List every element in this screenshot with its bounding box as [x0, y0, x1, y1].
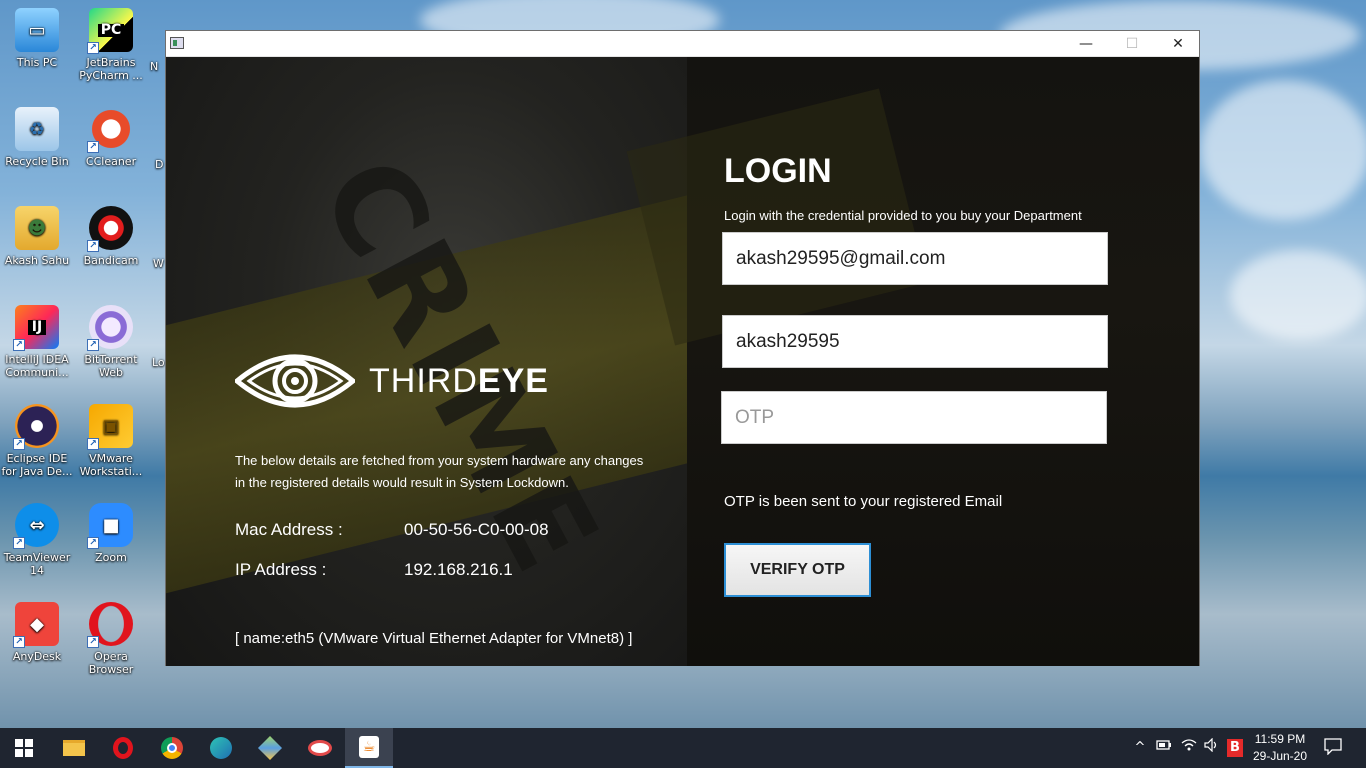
desktop-icon-recycle-bin[interactable]: ♻ Recycle Bin — [0, 107, 74, 168]
login-subtitle: Login with the credential provided to yo… — [724, 208, 1082, 223]
shortcut-arrow-icon: ↗ — [87, 636, 99, 648]
otp-input[interactable] — [721, 391, 1107, 444]
taskbar-file-explorer[interactable] — [50, 728, 98, 768]
desktop-icon-anydesk[interactable]: ◆ ↗ AnyDesk — [0, 602, 74, 663]
otp-sent-note: OTP is been sent to your registered Emai… — [724, 493, 1003, 510]
desktop-icon-this-pc[interactable]: ▭ This PC — [0, 8, 74, 69]
eclipse-icon: ↗ — [13, 404, 59, 450]
taskbar-snipping-tool[interactable] — [296, 728, 344, 768]
ip-address-row: IP Address : 192.168.216.1 — [235, 560, 513, 580]
network-adapter-info: [ name:eth5 (VMware Virtual Ethernet Ada… — [235, 630, 633, 647]
teamviewer-icon: ⇔ ↗ — [13, 503, 59, 549]
opera-icon: ↗ — [87, 602, 133, 648]
desktop-icon-user-folder[interactable]: ☻ Akash Sahu — [0, 206, 74, 267]
desktop-icon-partial[interactable]: Lo — [152, 356, 166, 369]
windows-start-icon — [15, 739, 33, 757]
thirdeye-login-window: — ☐ ✕ CRIME THIRDEYE The below details a… — [165, 30, 1200, 666]
clock-time: 11:59 PM — [1254, 732, 1306, 746]
java-icon: ☕ — [359, 736, 379, 758]
bandicam-icon: ↗ — [87, 206, 133, 252]
shortcut-arrow-icon: ↗ — [13, 339, 25, 351]
user-folder-icon: ☻ — [15, 206, 59, 250]
intellij-icon: IJ ↗ — [13, 305, 59, 351]
email-field[interactable] — [722, 232, 1108, 285]
chrome-icon — [161, 737, 183, 759]
action-center-icon[interactable] — [1324, 737, 1342, 757]
desktop-icon-ccleaner[interactable]: ↗ CCleaner — [74, 107, 148, 168]
shortcut-arrow-icon: ↗ — [87, 141, 99, 153]
cloud — [1200, 80, 1366, 220]
start-button[interactable] — [0, 728, 48, 768]
window-content: CRIME THIRDEYE The below details are fet… — [166, 57, 1199, 666]
shortcut-arrow-icon: ↗ — [87, 240, 99, 252]
mac-address-row: Mac Address : 00-50-56-C0-00-08 — [235, 520, 549, 540]
desktop-icon-zoom[interactable]: ■ ↗ Zoom — [74, 503, 148, 564]
java-app-icon — [170, 37, 184, 49]
clock-date: 29-Jun-20 — [1252, 749, 1308, 763]
desktop-icon-eclipse[interactable]: ↗ Eclipse IDE for Java De... — [0, 404, 74, 478]
desktop-icon-pycharm[interactable]: PC ↗ JetBrains PyCharm ... — [74, 8, 148, 82]
brand-name: THIRDEYE — [369, 362, 549, 400]
mac-address-label: Mac Address : — [235, 520, 343, 539]
shortcut-arrow-icon: ↗ — [13, 636, 25, 648]
eye-logo-icon — [235, 354, 355, 408]
show-hidden-icons-chevron[interactable]: ^ — [1131, 738, 1149, 758]
wifi-icon[interactable] — [1180, 738, 1198, 758]
password-field[interactable] — [722, 315, 1108, 368]
desktop-icon-bittorrent[interactable]: ↗ BitTorrent Web — [74, 305, 148, 379]
maximize-button[interactable]: ☐ — [1109, 31, 1155, 57]
taskbar-clock[interactable]: 11:59 PM 29-Jun-20 — [1250, 731, 1310, 765]
ip-address-value: 192.168.216.1 — [404, 560, 513, 579]
vmware-icon: ▣ ↗ — [87, 404, 133, 450]
ccleaner-icon: ↗ — [87, 107, 133, 153]
computer-icon: ▭ — [15, 8, 59, 52]
cloud — [1230, 250, 1366, 340]
bitdefender-icon[interactable]: B — [1227, 739, 1243, 757]
desktop-icon-teamviewer[interactable]: ⇔ ↗ TeamViewer 14 — [0, 503, 74, 577]
volume-icon[interactable] — [1203, 737, 1221, 758]
desktop-icon-intellij[interactable]: IJ ↗ IntelliJ IDEA Communi... — [0, 305, 74, 379]
edge-dev-icon — [210, 737, 232, 759]
bittorrent-icon: ↗ — [87, 305, 133, 351]
pycharm-icon: PC ↗ — [87, 8, 133, 54]
shortcut-arrow-icon: ↗ — [87, 438, 99, 450]
shortcut-arrow-icon: ↗ — [87, 339, 99, 351]
shortcut-arrow-icon: ↗ — [13, 537, 25, 549]
ip-address-label: IP Address : — [235, 560, 327, 579]
taskbar: ☕ ^ B 11:59 PM 29-Jun-20 — [0, 728, 1366, 768]
file-explorer-icon — [63, 740, 85, 756]
taskbar-chrome[interactable] — [148, 728, 196, 768]
window-titlebar[interactable]: — ☐ ✕ — [166, 31, 1199, 57]
taskbar-box-app[interactable] — [246, 728, 294, 768]
system-info-description: The below details are fetched from your … — [235, 453, 644, 490]
desktop-icon-vmware[interactable]: ▣ ↗ VMware Workstati... — [74, 404, 148, 478]
login-title: LOGIN — [724, 152, 832, 190]
anydesk-icon: ◆ ↗ — [13, 602, 59, 648]
close-button[interactable]: ✕ — [1155, 31, 1201, 57]
zoom-icon: ■ ↗ — [87, 503, 133, 549]
desktop-icon-opera[interactable]: ↗ Opera Browser — [74, 602, 148, 676]
snipping-icon — [308, 740, 332, 756]
verify-otp-button[interactable]: VERIFY OTP — [724, 543, 871, 597]
shortcut-arrow-icon: ↗ — [13, 438, 25, 450]
shortcut-arrow-icon: ↗ — [87, 537, 99, 549]
taskbar-java-app[interactable]: ☕ — [345, 728, 393, 768]
shortcut-arrow-icon: ↗ — [87, 42, 99, 54]
taskbar-edge-dev[interactable] — [197, 728, 245, 768]
desktop-icon-partial[interactable]: N — [150, 60, 166, 73]
minimize-button[interactable]: — — [1063, 31, 1109, 57]
taskbar-opera[interactable] — [99, 728, 147, 768]
box-icon — [257, 735, 283, 761]
battery-icon[interactable] — [1155, 738, 1173, 758]
recycle-bin-icon: ♻ — [15, 107, 59, 151]
mac-address-value: 00-50-56-C0-00-08 — [404, 520, 549, 539]
desktop-icon-bandicam[interactable]: ↗ Bandicam — [74, 206, 148, 267]
opera-icon — [113, 737, 133, 759]
